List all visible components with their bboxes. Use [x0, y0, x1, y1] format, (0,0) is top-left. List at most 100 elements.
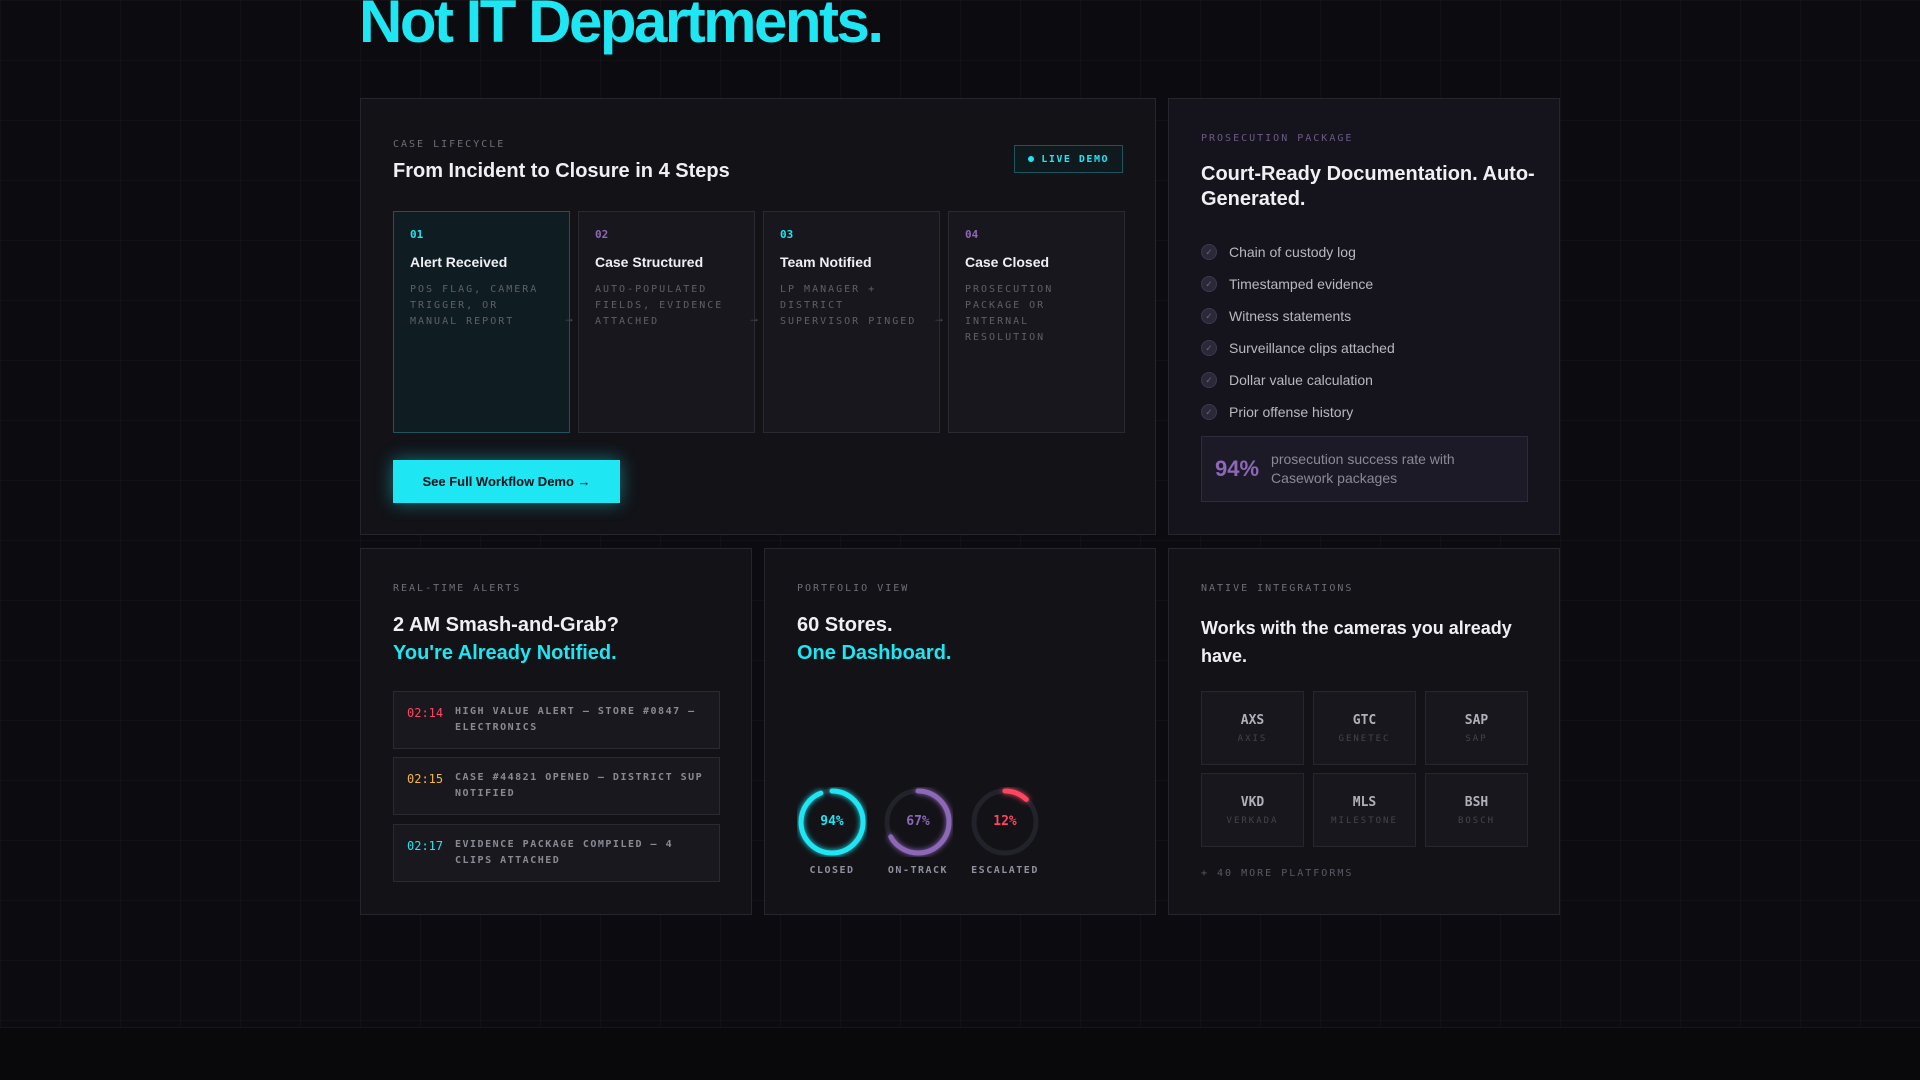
ring-value: 67% — [906, 814, 930, 829]
logo-name: MILESTONE — [1331, 815, 1398, 826]
lifecycle-title: From Incident to Closure in 4 Steps — [393, 160, 730, 182]
stat-description: prosecution success rate with Casework p… — [1271, 451, 1455, 486]
step-description: PROSECUTION PACKAGE OR INTERNAL RESOLUTI… — [965, 284, 1054, 343]
ring-closed: 94% CLOSED — [796, 787, 868, 876]
logo-tile-bosch[interactable]: BSH BOSCH — [1425, 773, 1528, 847]
list-item: ✓ Witness statements — [1201, 300, 1395, 332]
logo-code: BSH — [1464, 794, 1489, 810]
step-title: Case Structured — [595, 254, 704, 270]
portfolio-view-card: PORTFOLIO VIEW 60 Stores. One Dashboard.… — [764, 548, 1156, 915]
portfolio-title-line2: One Dashboard. — [797, 642, 952, 664]
case-lifecycle-card: CASE LIFECYCLE From Incident to Closure … — [360, 98, 1156, 535]
logo-tile-genetec[interactable]: GTC GENETEC — [1313, 691, 1416, 765]
check-icon: ✓ — [1201, 340, 1217, 356]
step-card-3[interactable]: 03 Team Notified LP MANAGER + DISTRICT S… — [763, 211, 940, 433]
alert-row[interactable]: 02:14 HIGH VALUE ALERT — STORE #0847 — E… — [393, 691, 720, 749]
alert-text: CASE #44821 OPENED — DISTRICT SUP NOTIFI… — [455, 772, 704, 799]
step-card-1[interactable]: 01 Alert Received POS FLAG, CAMERA TRIGG… — [393, 211, 570, 433]
step-description: LP MANAGER + DISTRICT SUPERVISOR PINGED — [780, 284, 917, 327]
see-workflow-demo-button[interactable]: See Full Workflow Demo → — [393, 460, 620, 503]
arrow-right-icon: → — [748, 311, 760, 325]
native-integrations-card: NATIVE INTEGRATIONS Works with the camer… — [1168, 548, 1560, 915]
integrations-eyebrow: NATIVE INTEGRATIONS — [1201, 583, 1354, 594]
list-item: ✓ Surveillance clips attached — [1201, 332, 1395, 364]
ring-label: ESCALATED — [971, 865, 1039, 876]
checklist-label: Dollar value calculation — [1229, 372, 1373, 388]
logo-name: SAP — [1465, 733, 1488, 744]
portfolio-title-line1: 60 Stores. — [797, 614, 893, 636]
logo-code: MLS — [1352, 794, 1377, 810]
step-description: AUTO-POPULATED FIELDS, EVIDENCE ATTACHED — [595, 284, 724, 327]
ring-on-track: 67% ON-TRACK — [882, 787, 954, 876]
step-number: 04 — [965, 228, 979, 241]
footer-band — [0, 1027, 1920, 1080]
checklist-label: Timestamped evidence — [1229, 276, 1374, 292]
portfolio-eyebrow: PORTFOLIO VIEW — [797, 583, 910, 594]
ring-value: 94% — [820, 814, 844, 829]
logo-tile-axis[interactable]: AXS AXIS — [1201, 691, 1304, 765]
lifecycle-eyebrow: CASE LIFECYCLE — [393, 139, 506, 150]
check-icon: ✓ — [1201, 372, 1217, 388]
step-title: Team Notified — [780, 254, 872, 270]
step-title: Case Closed — [965, 254, 1050, 270]
step-description: POS FLAG, CAMERA TRIGGER, OR MANUAL REPO… — [410, 284, 539, 327]
ring-label: CLOSED — [809, 865, 855, 876]
check-icon: ✓ — [1201, 244, 1217, 260]
ring-value: 12% — [993, 814, 1017, 829]
live-dot-icon — [1028, 156, 1035, 162]
logo-tile-milestone[interactable]: MLS MILESTONE — [1313, 773, 1416, 847]
check-icon: ✓ — [1201, 308, 1217, 324]
step-number: 02 — [595, 228, 609, 241]
list-item: ✓ Dollar value calculation — [1201, 364, 1395, 396]
more-platforms-link[interactable]: + 40 MORE PLATFORMS — [1201, 868, 1353, 879]
alerts-title-line2: You're Already Notified. — [393, 642, 617, 664]
logo-name: GENETEC — [1338, 733, 1391, 744]
prosecution-title: Court-Ready Documentation. Auto-Generate… — [1201, 163, 1535, 210]
logo-tile-sap[interactable]: SAP SAP — [1425, 691, 1528, 765]
portfolio-title: 60 Stores. One Dashboard. — [797, 611, 951, 667]
checklist-label: Prior offense history — [1229, 404, 1354, 420]
logo-tile-verkada[interactable]: VKD VERKADA — [1201, 773, 1304, 847]
live-demo-badge[interactable]: LIVE DEMO — [1014, 145, 1123, 173]
live-demo-label: LIVE DEMO — [1041, 153, 1109, 165]
checklist-label: Surveillance clips attached — [1229, 340, 1395, 356]
logo-code: VKD — [1240, 794, 1265, 810]
step-title: Alert Received — [410, 254, 508, 270]
checklist-label: Witness statements — [1229, 308, 1352, 324]
arrow-right-icon: → — [563, 311, 575, 325]
alert-row[interactable]: 02:15 CASE #44821 OPENED — DISTRICT SUP … — [393, 757, 720, 815]
check-icon: ✓ — [1201, 404, 1217, 420]
list-item: ✓ Chain of custody log — [1201, 236, 1395, 268]
alerts-eyebrow: REAL-TIME ALERTS — [393, 583, 522, 594]
success-rate-stat: 94% prosecution success rate with Casewo… — [1201, 436, 1528, 502]
logo-code: AXS — [1240, 712, 1265, 728]
logo-name: VERKADA — [1226, 815, 1279, 826]
step-number: 01 — [410, 228, 424, 241]
alert-time: 02:17 — [407, 839, 444, 853]
check-icon: ✓ — [1201, 276, 1217, 292]
step-card-4[interactable]: 04 Case Closed PROSECUTION PACKAGE OR IN… — [948, 211, 1125, 433]
real-time-alerts-card: REAL-TIME ALERTS 2 AM Smash-and-Grab? Yo… — [360, 548, 752, 915]
integrations-title: Works with the cameras you already have. — [1201, 618, 1512, 666]
logo-name: AXIS — [1237, 733, 1268, 744]
ring-label: ON-TRACK — [887, 865, 949, 876]
alert-row[interactable]: 02:17 EVIDENCE PACKAGE COMPILED — 4 CLIP… — [393, 824, 720, 882]
alerts-title-line1: 2 AM Smash-and-Grab? — [393, 614, 619, 636]
alert-time: 02:15 — [407, 772, 444, 786]
alert-time: 02:14 — [407, 706, 444, 720]
step-card-2[interactable]: 02 Case Structured AUTO-POPULATED FIELDS… — [578, 211, 755, 433]
prosecution-package-card: PROSECUTION PACKAGE Court-Ready Document… — [1168, 98, 1560, 535]
alerts-title: 2 AM Smash-and-Grab? You're Already Noti… — [393, 611, 619, 667]
stat-value: 94% — [1215, 456, 1260, 481]
step-number: 03 — [780, 228, 794, 241]
alert-text: HIGH VALUE ALERT — STORE #0847 — ELECTRO… — [455, 706, 696, 733]
prosecution-eyebrow: PROSECUTION PACKAGE — [1201, 133, 1354, 144]
ring-escalated: 12% ESCALATED — [969, 787, 1041, 876]
arrow-right-icon: → — [933, 311, 945, 325]
alert-text: EVIDENCE PACKAGE COMPILED — 4 CLIPS ATTA… — [455, 839, 674, 866]
hero-title: Not IT Departments. — [359, 0, 884, 55]
logo-name: BOSCH — [1457, 815, 1496, 826]
logo-code: SAP — [1464, 712, 1489, 728]
list-item: ✓ Prior offense history — [1201, 396, 1395, 428]
documentation-checklist: ✓ Chain of custody log ✓ Timestamped evide… — [1201, 236, 1395, 428]
